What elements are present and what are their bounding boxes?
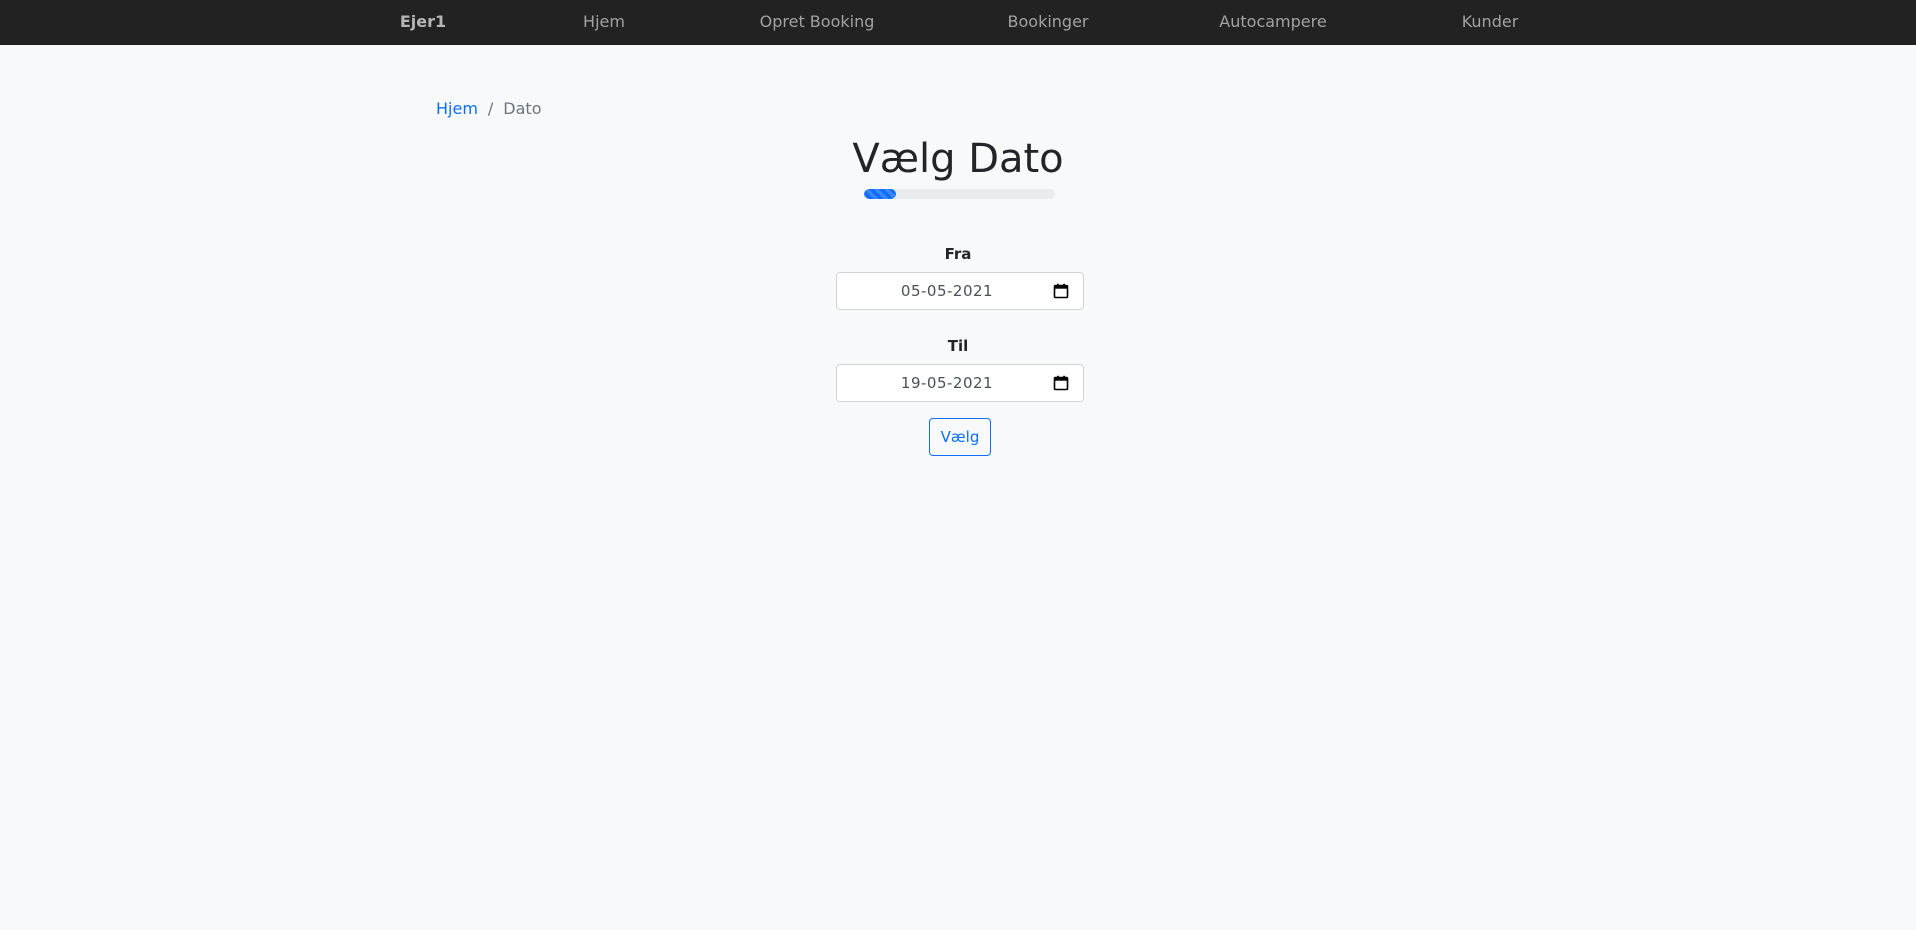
- breadcrumb-home-link[interactable]: Hjem: [436, 99, 478, 118]
- nav-item-hjem[interactable]: Hjem: [583, 0, 625, 45]
- nav-item-kunder[interactable]: Kunder: [1462, 0, 1519, 45]
- to-label: Til: [947, 337, 969, 355]
- from-date-value: 05-05-2021: [900, 282, 994, 300]
- from-label: Fra: [944, 245, 972, 263]
- from-date-input[interactable]: 05-05-2021: [836, 272, 1084, 310]
- nav-item-opret-booking[interactable]: Opret Booking: [760, 0, 875, 45]
- breadcrumb-separator: /: [487, 99, 494, 118]
- page-title: Vælg Dato: [852, 136, 1064, 182]
- progress-track: [864, 189, 1055, 199]
- select-button[interactable]: Vælg: [929, 418, 991, 456]
- nav-item-autocampere[interactable]: Autocampere: [1219, 0, 1326, 45]
- to-date-value: 19-05-2021: [900, 374, 994, 392]
- breadcrumb-current: Dato: [503, 99, 542, 118]
- progress-bar: [864, 189, 897, 199]
- to-date-input[interactable]: 19-05-2021: [836, 364, 1084, 402]
- calendar-icon[interactable]: [1053, 375, 1069, 391]
- navbar-brand[interactable]: Ejer1: [400, 0, 446, 45]
- calendar-icon[interactable]: [1053, 283, 1069, 299]
- top-navbar: Ejer1 Hjem Opret Booking Bookinger Autoc…: [0, 0, 1916, 45]
- breadcrumb: Hjem / Dato: [436, 98, 541, 120]
- nav-item-bookinger[interactable]: Bookinger: [1008, 0, 1089, 45]
